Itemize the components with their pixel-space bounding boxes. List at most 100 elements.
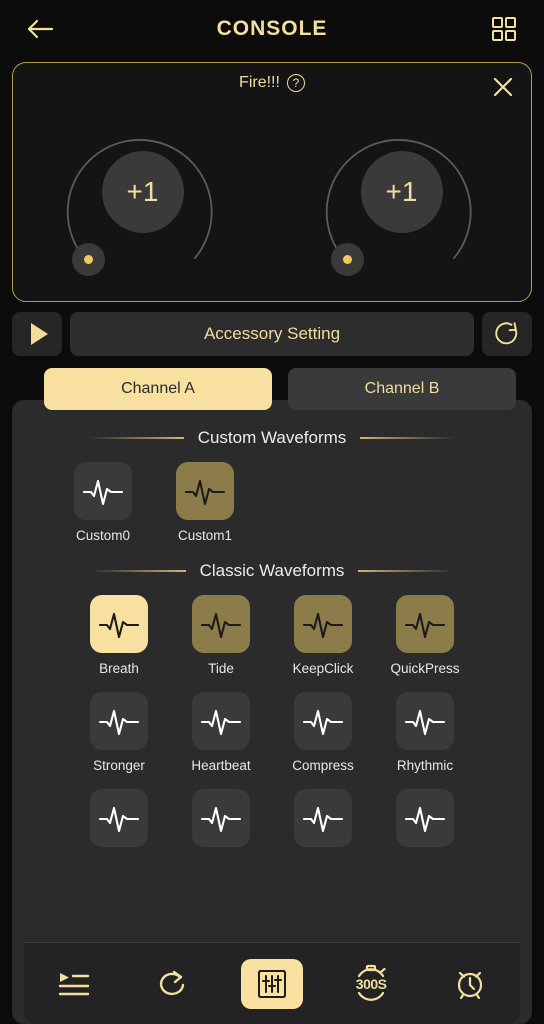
play-button[interactable]	[12, 312, 62, 356]
dial-group: +1 +1	[13, 99, 531, 293]
question-mark-icon[interactable]: ?	[286, 74, 305, 92]
dial-panel-header: Fire!!! ?	[13, 74, 531, 92]
waveform-tile	[192, 595, 250, 653]
grid-2x2-icon[interactable]	[484, 9, 524, 49]
waveform-icon	[405, 612, 445, 639]
waveform-tile	[74, 462, 132, 520]
waveform-tile	[294, 789, 352, 847]
play-icon	[30, 323, 48, 345]
custom-waveforms-title: Custom Waveforms	[197, 428, 347, 447]
waveform-icon	[83, 479, 123, 506]
refresh-button[interactable]	[482, 312, 532, 356]
dial-b-knob[interactable]	[330, 243, 364, 276]
waveform-item-custom0[interactable]: Custom0	[68, 462, 138, 543]
classic-waveforms-title: Classic Waveforms	[199, 561, 345, 580]
waveform-label: Heartbeat	[191, 758, 251, 773]
dial-b-value: +1	[360, 151, 443, 234]
classic-waveforms-header: Classic Waveforms	[12, 561, 532, 581]
divider-right	[358, 570, 455, 572]
waveform-label: Compress	[292, 758, 354, 773]
waveform-icon	[99, 612, 139, 639]
waveform-item-8[interactable]	[84, 789, 154, 855]
custom-waveforms-header: Custom Waveforms	[12, 428, 532, 448]
nav-sliders-button[interactable]	[240, 958, 303, 1009]
waveform-icon	[99, 806, 139, 833]
waveform-icon	[405, 806, 445, 833]
tab-channel-b-label: Channel B	[364, 380, 440, 397]
waveform-tile	[294, 692, 352, 750]
waveform-label: Rhythmic	[396, 758, 454, 773]
waveform-tile	[192, 692, 250, 750]
waveform-label: QuickPress	[390, 661, 460, 676]
stopwatch-icon: 300S	[350, 963, 392, 1005]
waveform-tile	[294, 595, 352, 653]
tab-channel-a-label: Channel A	[121, 380, 195, 397]
waveform-label: Stronger	[93, 758, 145, 773]
waveform-item-keepclick[interactable]: KeepClick	[288, 595, 358, 676]
playlist-icon	[58, 972, 89, 995]
waveform-tile	[192, 789, 250, 847]
nav-timer-button[interactable]: 300S	[340, 959, 402, 1009]
divider-right	[360, 437, 457, 439]
tab-channel-b[interactable]: Channel B	[288, 368, 516, 410]
waveform-icon	[201, 612, 241, 639]
waveform-item-heartbeat[interactable]: Heartbeat	[186, 692, 256, 773]
console-screen: CONSOLE Fire!!! ? +1 +1 Accessory Settin…	[0, 0, 544, 1024]
waveform-label: Tide	[208, 661, 234, 676]
waveform-label: Custom1	[177, 528, 233, 543]
waveform-item-breath[interactable]: Breath	[84, 595, 154, 676]
waveform-tile	[396, 789, 454, 847]
waveform-label: KeepClick	[292, 661, 354, 676]
waveform-icon	[201, 806, 241, 833]
loop-icon	[159, 970, 184, 995]
fire-dial-panel: Fire!!! ? +1 +1	[12, 62, 532, 302]
divider-left	[89, 570, 186, 572]
waveform-icon	[303, 709, 343, 736]
waveform-item-tide[interactable]: Tide	[186, 595, 256, 676]
waveform-item-custom1[interactable]: Custom1	[170, 462, 240, 543]
close-icon[interactable]	[489, 73, 517, 101]
waveform-icon	[405, 709, 445, 736]
waveform-icon	[201, 709, 241, 736]
waveform-item-11[interactable]	[390, 789, 460, 855]
nav-alarm-button[interactable]	[439, 959, 501, 1009]
waveform-label: Breath	[99, 661, 139, 676]
waveform-item-quickpress[interactable]: QuickPress	[390, 595, 460, 676]
app-header: CONSOLE	[0, 0, 544, 58]
waveform-tile	[90, 692, 148, 750]
divider-left	[87, 437, 184, 439]
page-title: CONSOLE	[216, 17, 328, 40]
waveform-item-compress[interactable]: Compress	[288, 692, 358, 773]
dial-a[interactable]: +1	[43, 98, 243, 294]
tab-channel-a[interactable]: Channel A	[44, 368, 272, 410]
waveform-icon	[99, 709, 139, 736]
waveform-tile	[396, 595, 454, 653]
waveform-icon	[303, 612, 343, 639]
dial-b[interactable]: +1	[302, 98, 502, 294]
waveform-item-stronger[interactable]: Stronger	[84, 692, 154, 773]
refresh-icon	[495, 322, 518, 345]
waveform-tile	[396, 692, 454, 750]
waveform-label: Custom0	[75, 528, 131, 543]
waveform-panel: Custom Waveforms Custom0 Custom1 Classic…	[12, 400, 532, 1024]
bottom-navigation: 300S	[24, 942, 520, 1024]
waveform-item-10[interactable]	[288, 789, 358, 855]
waveform-item-rhythmic[interactable]: Rhythmic	[390, 692, 460, 773]
nav-loop-button[interactable]	[142, 959, 204, 1009]
accessory-row: Accessory Setting	[0, 302, 544, 356]
waveform-icon	[303, 806, 343, 833]
waveform-icon	[185, 479, 225, 506]
waveform-item-9[interactable]	[186, 789, 256, 855]
accessory-setting-button[interactable]: Accessory Setting	[70, 312, 474, 356]
accessory-setting-label: Accessory Setting	[203, 324, 341, 343]
nav-playlist-button[interactable]	[43, 959, 105, 1009]
channel-tabs: Channel A Channel B	[0, 356, 544, 410]
sliders-icon	[257, 969, 286, 998]
classic-waveform-grid: Breath Tide KeepClick QuickPress Stronger Hea…	[12, 595, 532, 855]
back-arrow-icon[interactable]	[20, 9, 60, 49]
waveform-tile	[176, 462, 234, 520]
dial-a-value: +1	[101, 151, 184, 234]
waveform-tile	[90, 595, 148, 653]
custom-waveform-grid: Custom0 Custom1	[12, 462, 532, 543]
dial-a-knob[interactable]	[71, 243, 105, 276]
